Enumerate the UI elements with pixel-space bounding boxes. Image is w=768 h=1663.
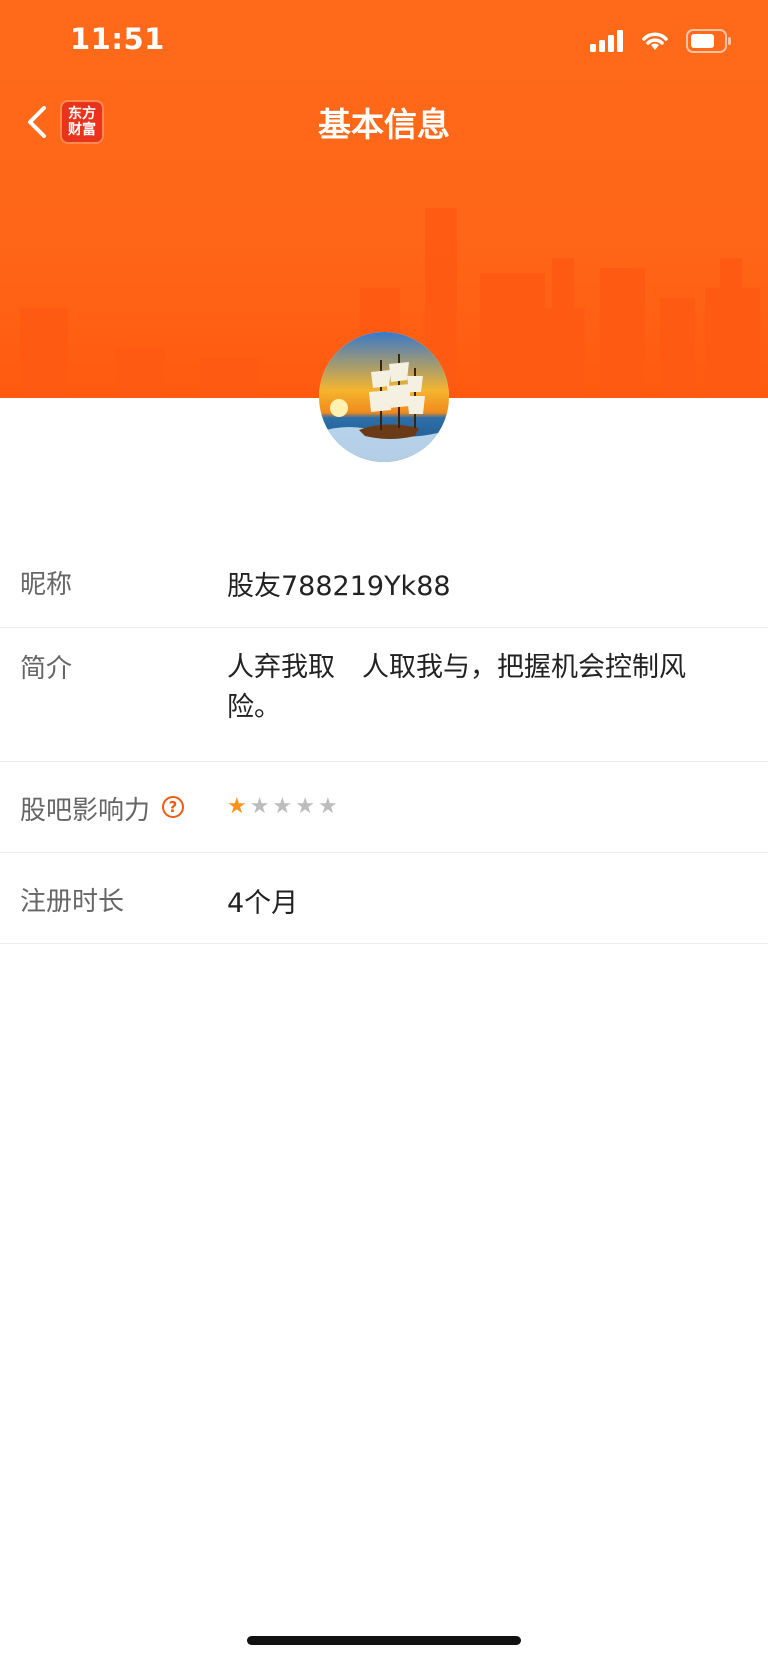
- battery-icon: [686, 29, 731, 53]
- sailing-ship-avatar-image: [319, 332, 449, 462]
- bio-value: 人弃我取 人取我与，把握机会控制风险。: [227, 652, 686, 723]
- influence-value: ★ ★ ★ ★ ★: [227, 762, 747, 852]
- status-time: 11:51: [70, 22, 165, 56]
- influence-star-rating: ★ ★ ★ ★ ★: [227, 790, 747, 819]
- star-empty-icon: ★: [317, 794, 338, 819]
- row-registration: 注册时长 4个月: [0, 853, 768, 944]
- wifi-icon: [642, 32, 668, 50]
- status-icons: [590, 26, 732, 56]
- influence-label-cell: 股吧影响力 ?: [0, 762, 227, 852]
- cellular-signal-icon: [590, 30, 623, 52]
- star-filled-icon: ★: [227, 794, 247, 819]
- nickname-label: 昵称: [20, 570, 73, 600]
- star-empty-icon: ★: [272, 794, 293, 819]
- star-empty-icon: ★: [249, 794, 270, 819]
- star-empty-icon: ★: [295, 794, 315, 819]
- question-mark-icon[interactable]: ?: [162, 796, 185, 818]
- row-influence: 股吧影响力 ? ★ ★ ★ ★ ★: [0, 762, 768, 853]
- profile-info-list: 昵称 股友788219Yk88 简介 人弃我取 人取我与，把握机会控制风险。 股…: [0, 536, 768, 944]
- bio-label: 简介: [20, 654, 73, 684]
- avatar[interactable]: [319, 332, 449, 462]
- page-title: 基本信息: [318, 105, 450, 144]
- nickname-value: 股友788219Yk88: [227, 571, 451, 602]
- home-indicator[interactable]: [247, 1636, 521, 1645]
- row-nickname: 昵称 股友788219Yk88: [0, 536, 768, 628]
- influence-label: 股吧影响力: [20, 796, 151, 826]
- registration-label: 注册时长: [20, 887, 125, 917]
- row-bio: 简介 人弃我取 人取我与，把握机会控制风险。: [0, 628, 768, 762]
- registration-value: 4个月: [227, 888, 299, 919]
